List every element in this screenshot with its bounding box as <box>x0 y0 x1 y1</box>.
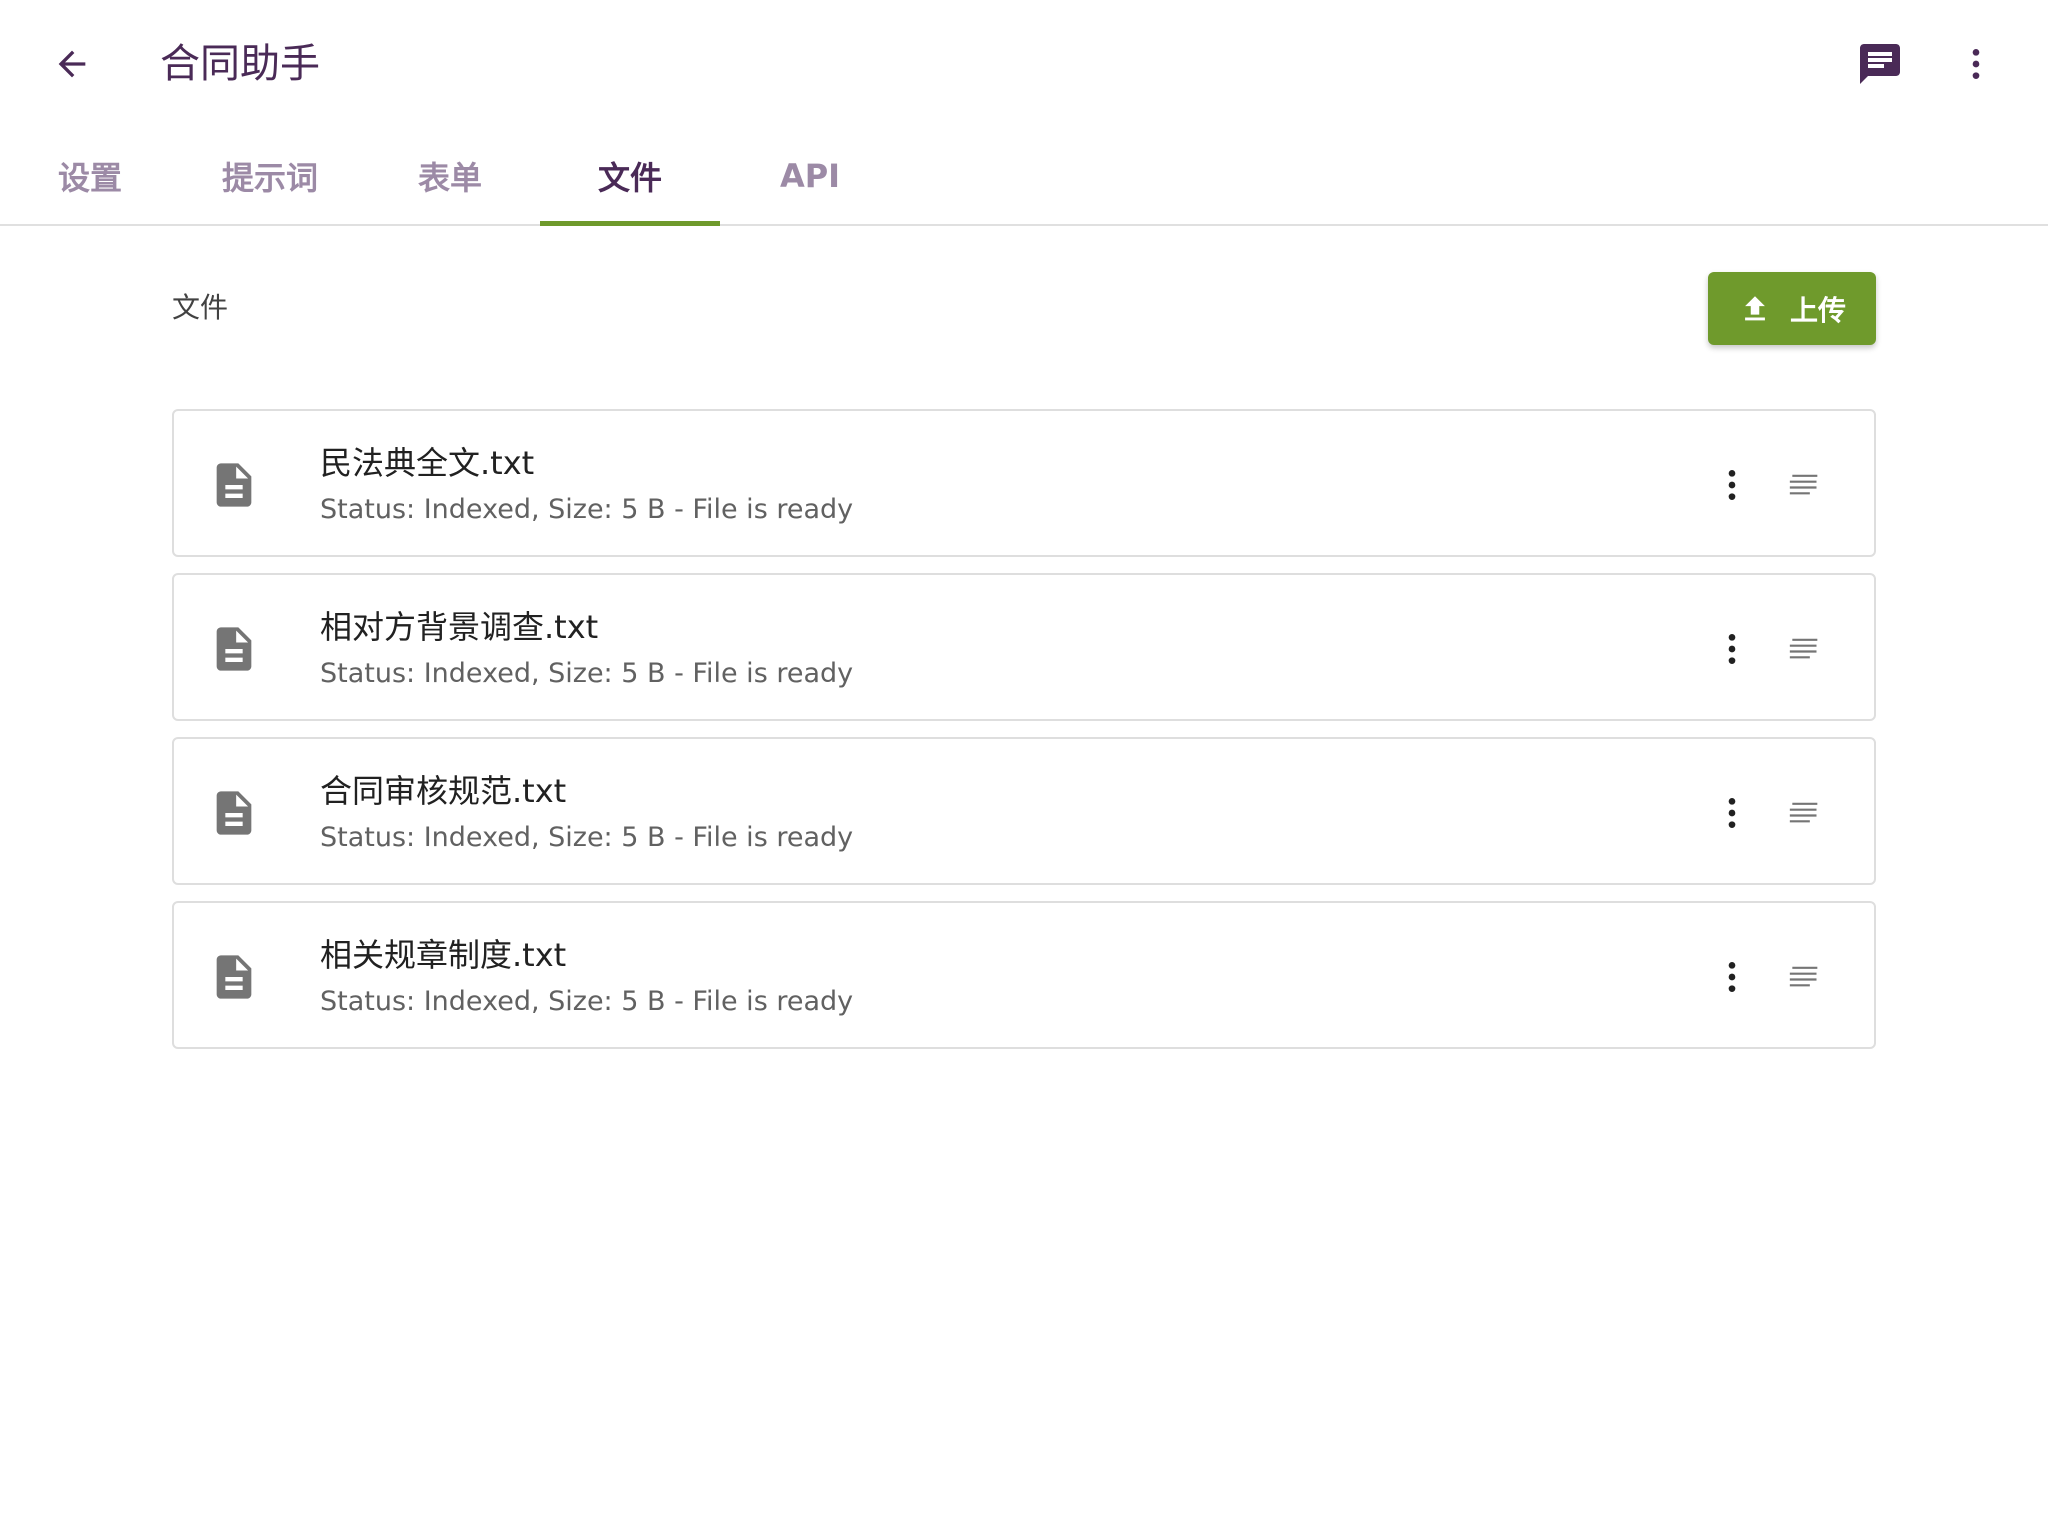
drag-handle[interactable] <box>1772 781 1836 845</box>
tab-forms[interactable]: 表单 <box>382 128 518 224</box>
drag-handle-icon <box>1789 802 1818 823</box>
more-vertical-icon <box>1728 470 1736 500</box>
more-vertical-icon <box>1728 798 1736 828</box>
file-name: 相关规章制度.txt <box>320 936 567 974</box>
file-list-item[interactable]: 相关规章制度.txt Status: Indexed, Size: 5 B - … <box>172 901 1876 1049</box>
file-status: Status: Indexed, Size: 5 B - File is rea… <box>320 658 854 689</box>
page-title: 合同助手 <box>160 41 320 87</box>
file-status: Status: Indexed, Size: 5 B - File is rea… <box>320 494 854 525</box>
back-button[interactable] <box>40 32 104 96</box>
file-more-button[interactable] <box>1700 453 1764 517</box>
drag-handle[interactable] <box>1772 945 1836 1009</box>
tab-bar: 设置 提示词 表单 文件 API <box>0 128 2048 226</box>
more-vertical-icon <box>1728 634 1736 664</box>
file-list-item[interactable]: 民法典全文.txt Status: Indexed, Size: 5 B - F… <box>172 409 1876 557</box>
upload-button[interactable]: 上传 <box>1708 272 1876 345</box>
file-more-button[interactable] <box>1700 617 1764 681</box>
chat-button[interactable] <box>1848 32 1912 96</box>
tab-prompts[interactable]: 提示词 <box>180 128 360 224</box>
tab-api[interactable]: API <box>742 128 878 224</box>
arrow-left-icon <box>58 50 86 78</box>
file-status: Status: Indexed, Size: 5 B - File is rea… <box>320 822 854 853</box>
drag-handle-icon <box>1789 966 1818 987</box>
document-icon <box>216 955 252 999</box>
drag-handle-icon <box>1789 474 1818 495</box>
drag-handle[interactable] <box>1772 617 1836 681</box>
more-vertical-icon <box>1728 962 1736 992</box>
file-more-button[interactable] <box>1700 945 1764 1009</box>
document-icon <box>216 627 252 671</box>
document-icon <box>216 463 252 507</box>
drag-handle-icon <box>1789 638 1818 659</box>
file-list: 民法典全文.txt Status: Indexed, Size: 5 B - F… <box>172 409 1876 1065</box>
file-name: 相对方背景调查.txt <box>320 608 599 646</box>
app-bar: 合同助手 <box>0 0 2048 128</box>
more-vertical-icon <box>1972 49 1980 79</box>
file-name: 合同审核规范.txt <box>320 772 567 810</box>
tab-settings[interactable]: 设置 <box>22 128 158 224</box>
file-more-button[interactable] <box>1700 781 1764 845</box>
upload-button-label: 上传 <box>1789 293 1846 327</box>
file-name: 民法典全文.txt <box>320 444 535 482</box>
upload-icon <box>1745 295 1765 320</box>
more-options-button[interactable] <box>1944 32 2008 96</box>
file-status: Status: Indexed, Size: 5 B - File is rea… <box>320 986 854 1017</box>
file-list-item[interactable]: 相对方背景调查.txt Status: Indexed, Size: 5 B -… <box>172 573 1876 721</box>
section-title: 文件 <box>172 291 229 324</box>
file-list-item[interactable]: 合同审核规范.txt Status: Indexed, Size: 5 B - … <box>172 737 1876 885</box>
tab-files[interactable]: 文件 <box>540 128 720 226</box>
document-icon <box>216 791 252 835</box>
drag-handle[interactable] <box>1772 453 1836 517</box>
chat-icon <box>1860 44 1900 84</box>
